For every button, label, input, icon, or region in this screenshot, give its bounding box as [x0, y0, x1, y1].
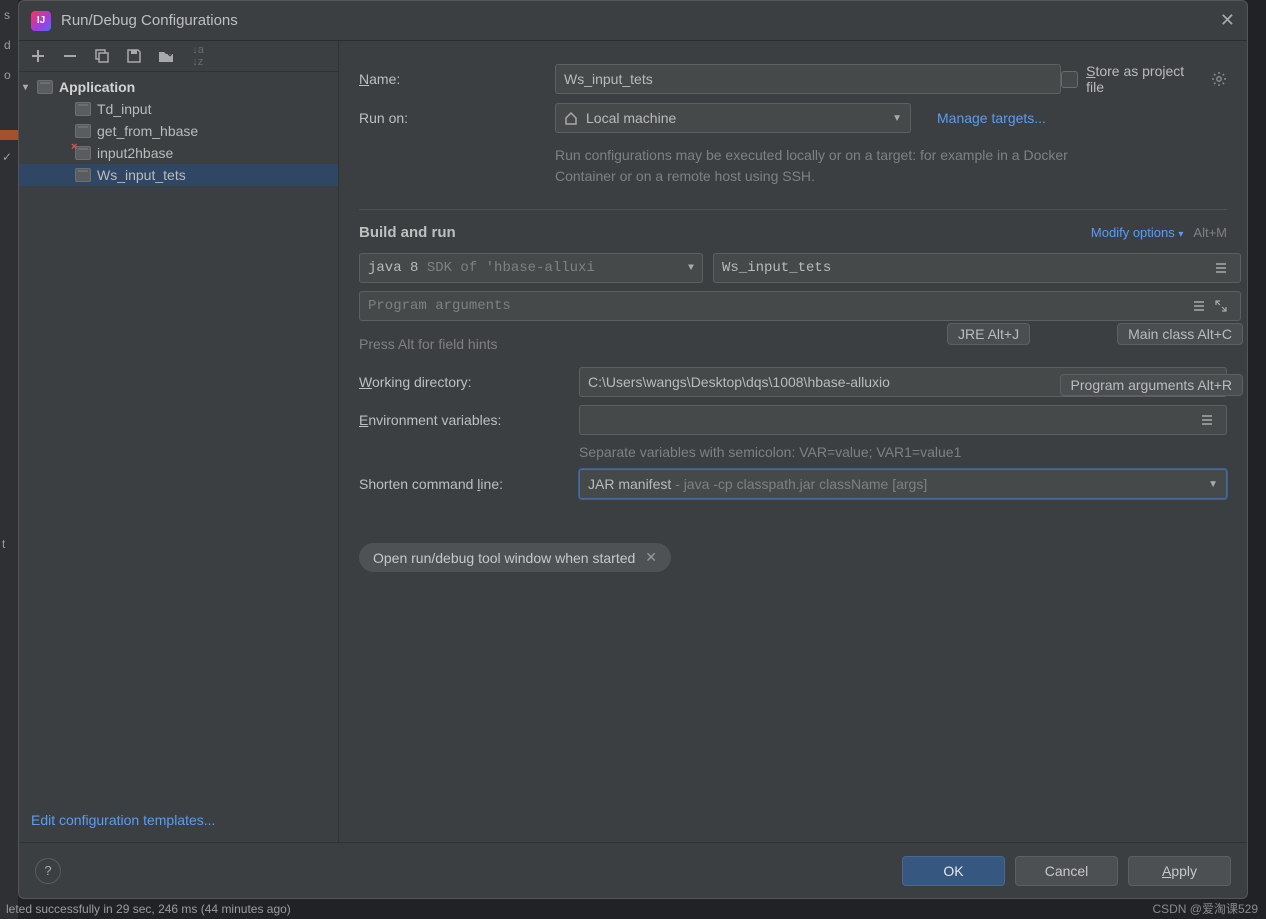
cancel-button[interactable]: Cancel	[1015, 856, 1118, 886]
remove-icon[interactable]	[61, 47, 79, 65]
tree-node-label: input2hbase	[97, 145, 173, 161]
config-icon	[75, 124, 91, 138]
watermark: CSDN @爱淘课529	[1152, 900, 1258, 917]
program-args-placeholder: Program arguments	[368, 298, 1188, 314]
shorten-command-line-combo[interactable]: JAR manifest - java -cp classpath.jar cl…	[579, 469, 1227, 499]
dialog-footer: ? OK Cancel Apply	[19, 842, 1247, 898]
main-class-value: Ws_input_tets	[722, 260, 1210, 276]
jre-suffix: SDK of 'hbase-alluxi	[427, 260, 595, 276]
jre-combo[interactable]: java 8 SDK of 'hbase-alluxi ▼	[359, 253, 703, 283]
main-class-hint-tooltip: Main class Alt+C	[1117, 323, 1243, 345]
run-on-hint: Run configurations may be executed local…	[555, 145, 1095, 187]
tree-node-application[interactable]: ▾ Application	[19, 76, 338, 98]
press-alt-hint: Press Alt for field hints	[359, 336, 498, 352]
caret-down-icon: ▾	[23, 82, 28, 93]
copy-icon[interactable]	[93, 47, 111, 65]
env-hint: Separate variables with semicolon: VAR=v…	[579, 444, 961, 460]
tree-node-label: Ws_input_tets	[97, 167, 186, 183]
run-on-label: Run on:	[359, 110, 555, 126]
list-icon[interactable]	[1188, 300, 1210, 312]
home-icon	[564, 111, 578, 125]
tree-node-label: Application	[59, 79, 135, 95]
close-icon[interactable]: ✕	[645, 549, 657, 566]
shorten-suffix: - java -cp classpath.jar className [args…	[671, 476, 927, 492]
config-icon	[75, 168, 91, 182]
apply-button[interactable]: Apply	[1128, 856, 1231, 886]
build-and-run-section: Build and run	[359, 224, 456, 241]
save-icon[interactable]	[125, 47, 143, 65]
sort-icon[interactable]: ↓a↓z	[189, 47, 207, 65]
dialog-title: Run/Debug Configurations	[61, 12, 238, 29]
form-panel: Name: SStore as project filetore as proj…	[339, 41, 1247, 842]
expand-icon[interactable]	[1210, 300, 1232, 312]
program-args-hint-tooltip: Program arguments Alt+R	[1060, 374, 1243, 396]
chevron-down-icon: ▼	[892, 113, 902, 124]
jre-value: java 8	[368, 260, 418, 276]
edit-config-templates-link[interactable]: Edit configuration templates...	[19, 802, 338, 842]
list-icon[interactable]	[1210, 262, 1232, 274]
tree-node-config[interactable]: get_from_hbase	[19, 120, 338, 142]
jre-hint-tooltip: JRE Alt+J	[947, 323, 1030, 345]
run-on-value: Local machine	[586, 110, 676, 126]
main-class-input[interactable]: Ws_input_tets	[713, 253, 1241, 283]
open-tool-window-chip[interactable]: Open run/debug tool window when started …	[359, 543, 671, 572]
add-icon[interactable]	[29, 47, 47, 65]
run-on-combo[interactable]: Local machine ▼	[555, 103, 911, 133]
divider	[359, 209, 1227, 210]
name-input[interactable]	[555, 64, 1061, 94]
config-tree: ▾ Application Td_input get_from_hbaseinpu…	[19, 72, 338, 802]
tree-node-label: get_from_hbase	[97, 123, 198, 139]
config-icon	[75, 146, 91, 160]
titlebar: IJ Run/Debug Configurations ✕	[19, 1, 1247, 41]
folder-icon[interactable]	[157, 47, 175, 65]
chevron-down-icon: ▼	[688, 263, 694, 274]
tree-node-config[interactable]: input2hbase	[19, 142, 338, 164]
chevron-down-icon: ▼	[1208, 479, 1218, 490]
name-label: Name:	[359, 71, 555, 87]
store-as-project-file-checkbox[interactable]	[1061, 71, 1078, 88]
list-icon[interactable]	[1196, 414, 1218, 426]
background-gutter: sdo ✓ t	[0, 0, 18, 919]
gear-icon[interactable]	[1211, 71, 1227, 87]
ok-button[interactable]: OK	[902, 856, 1005, 886]
manage-targets-link[interactable]: Manage targets...	[937, 110, 1046, 126]
application-icon	[37, 80, 53, 94]
ide-status-bar: leted successfully in 29 sec, 246 ms (44…	[0, 899, 291, 919]
tree-node-config[interactable]: Ws_input_tets	[19, 164, 338, 186]
tree-node-config[interactable]: Td_input	[19, 98, 338, 120]
sidebar: ↓a↓z ▾ Application Td_input get_from_hbas…	[19, 41, 339, 842]
env-variables-input[interactable]	[579, 405, 1227, 435]
tree-node-label: Td_input	[97, 101, 151, 117]
run-debug-configurations-dialog: IJ Run/Debug Configurations ✕ ↓a↓z ▾ App…	[18, 0, 1248, 899]
help-icon[interactable]: ?	[35, 858, 61, 884]
sidebar-toolbar: ↓a↓z	[19, 41, 338, 72]
shorten-value: JAR manifest	[588, 476, 671, 492]
close-icon[interactable]: ✕	[1220, 10, 1235, 31]
intellij-logo-icon: IJ	[31, 11, 51, 31]
modify-options-link[interactable]: Modify options ▾	[1091, 225, 1183, 240]
config-icon	[75, 102, 91, 116]
chip-label: Open run/debug tool window when started	[373, 550, 635, 566]
modify-options-shortcut: Alt+M	[1193, 225, 1227, 240]
program-arguments-input[interactable]: Program arguments	[359, 291, 1241, 321]
